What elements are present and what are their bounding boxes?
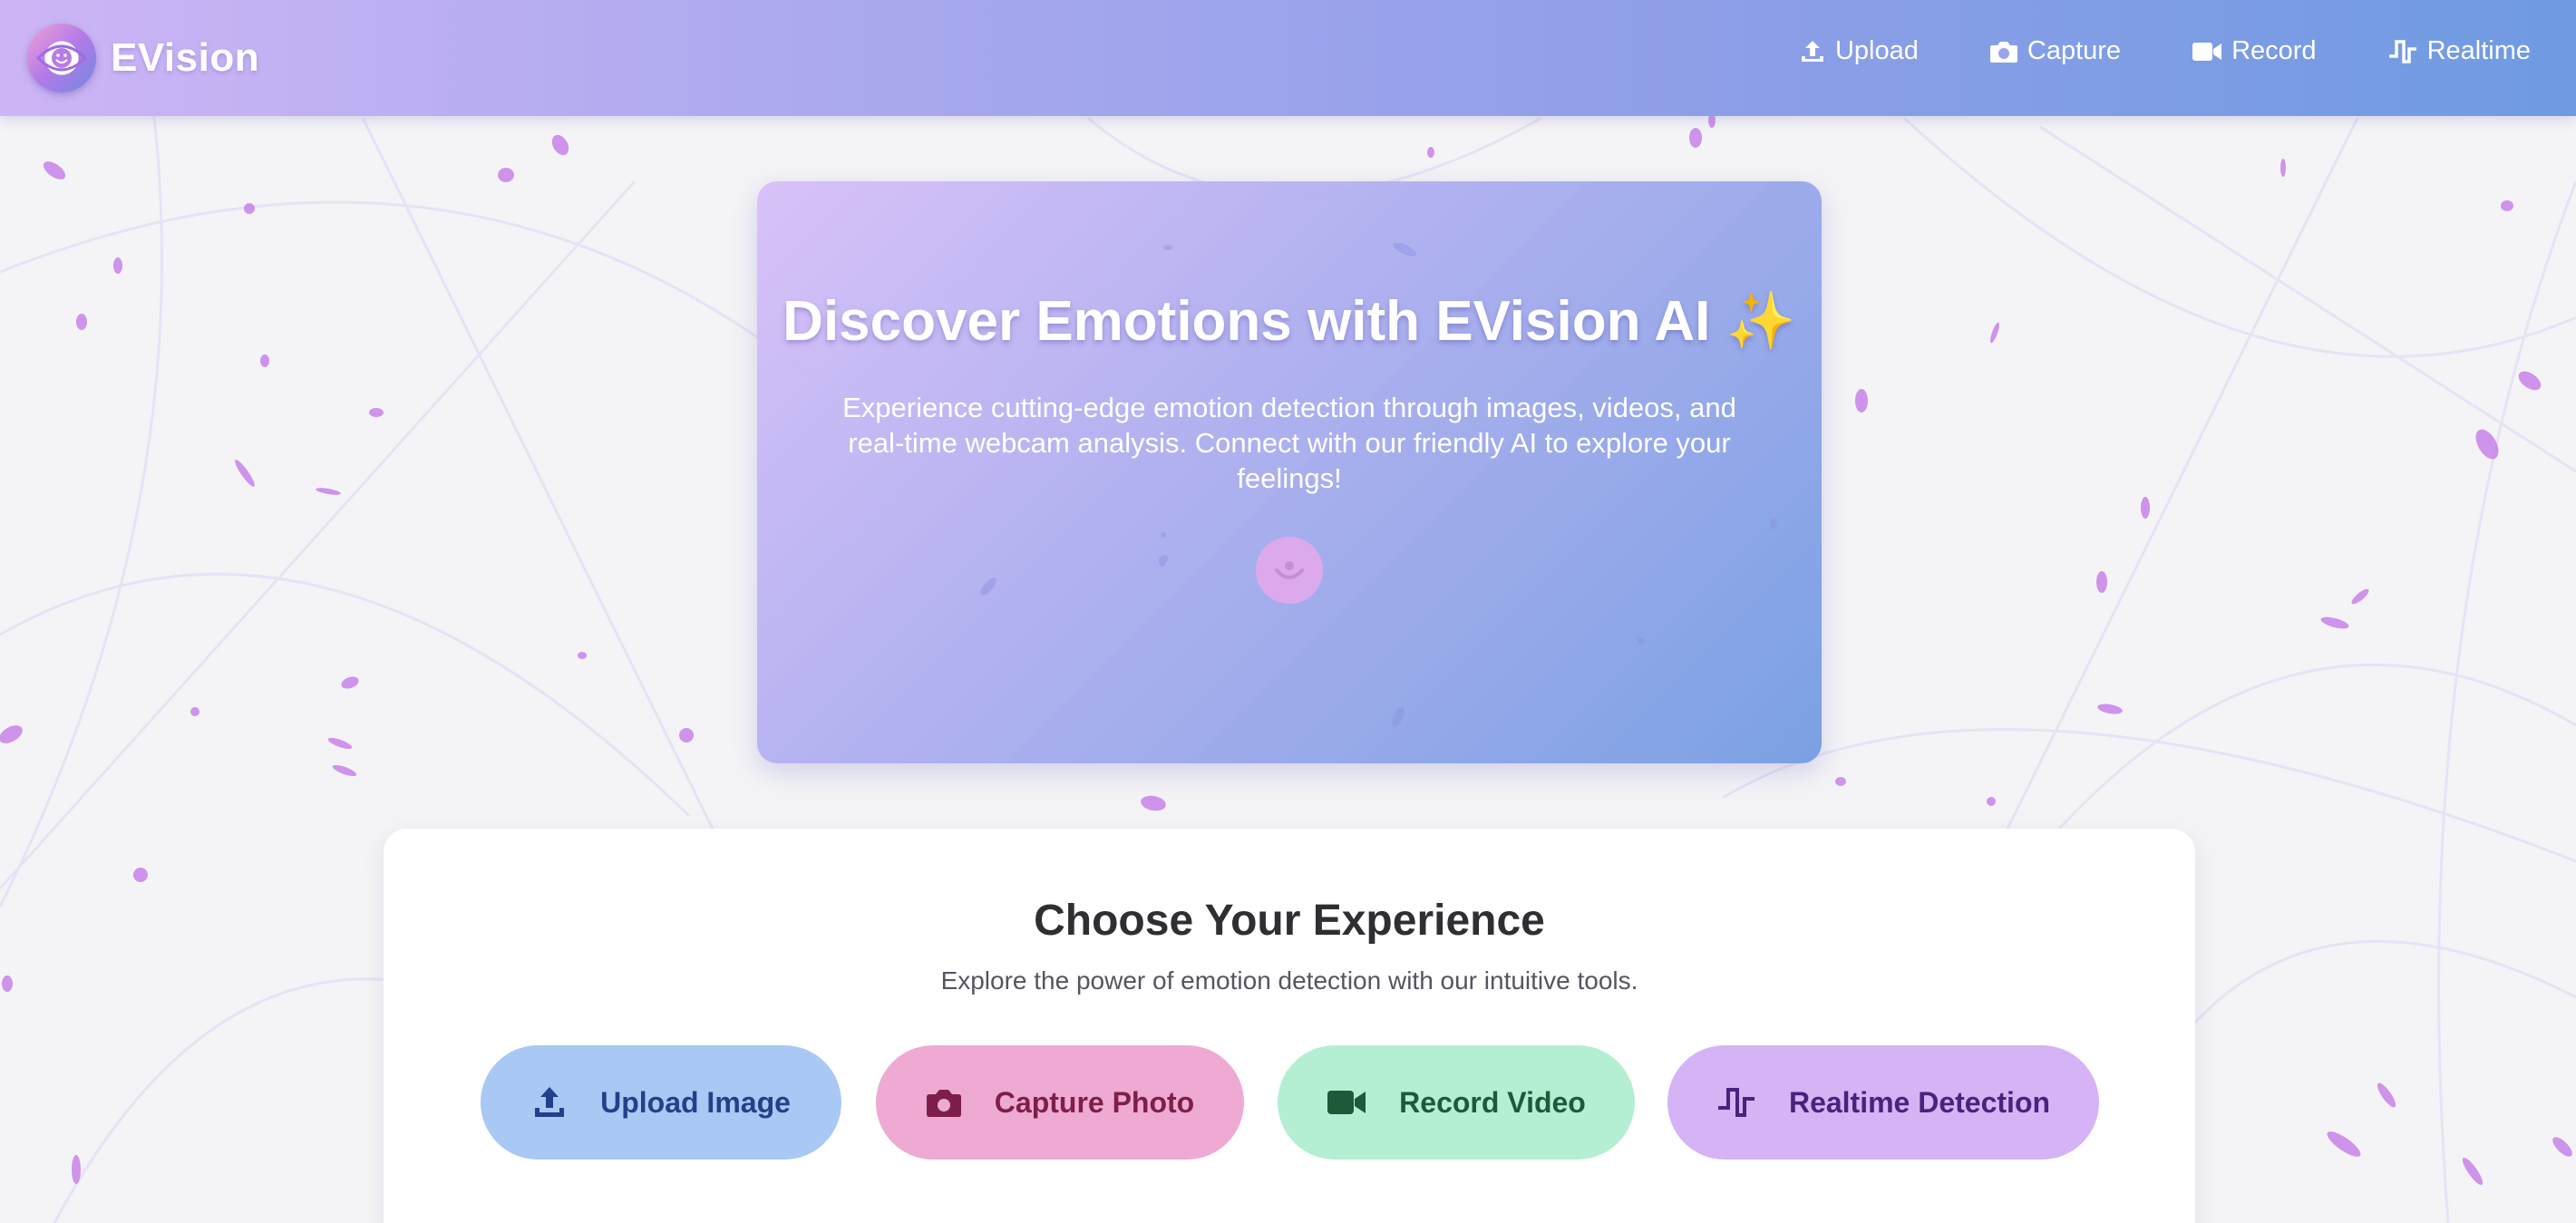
- nav-link-label: Capture: [2027, 36, 2122, 65]
- experience-card: Choose Your Experience Explore the power…: [384, 829, 2195, 1223]
- button-label: Upload Image: [600, 1085, 791, 1119]
- upload-icon: [1801, 40, 1823, 62]
- section-title: Choose Your Experience: [1034, 897, 1545, 945]
- video-camera-icon: [1327, 1091, 1366, 1114]
- video-camera-icon: [2192, 42, 2222, 61]
- hero-subtitle: Experience cutting-edge emotion detectio…: [842, 392, 1736, 494]
- nav-link-realtime[interactable]: Realtime: [2387, 36, 2531, 66]
- nav-link-upload[interactable]: Upload: [1799, 36, 1919, 66]
- signal-wave-icon: [1717, 1088, 1755, 1117]
- button-label: Realtime Detection: [1788, 1085, 2051, 1119]
- top-navbar: EVision Upload Capture Record Realtime: [0, 0, 2576, 116]
- nav-link-label: Realtime: [2426, 36, 2531, 65]
- smile-face-icon: [1256, 537, 1323, 604]
- nav-link-label: Upload: [1834, 36, 1919, 65]
- brand[interactable]: EVision: [27, 24, 259, 92]
- upload-image-button[interactable]: Upload Image: [481, 1045, 841, 1160]
- upload-icon: [535, 1087, 565, 1117]
- hero-banner: Discover Emotions with EVision AI ✨ Expe…: [757, 181, 1822, 763]
- capture-photo-button[interactable]: Capture Photo: [876, 1045, 1244, 1160]
- section-subtitle: Explore the power of emotion detection w…: [940, 966, 1638, 995]
- nav-link-label: Record: [2231, 36, 2317, 65]
- nav-links: Upload Capture Record Realtime: [1728, 36, 2531, 66]
- nav-link-record[interactable]: Record: [2192, 36, 2317, 66]
- button-label: Record Video: [1399, 1085, 1586, 1119]
- signal-wave-icon: [2388, 39, 2416, 63]
- record-video-button[interactable]: Record Video: [1278, 1045, 1635, 1160]
- brand-name: EVision: [111, 35, 260, 80]
- camera-icon: [926, 1090, 961, 1117]
- nav-link-capture[interactable]: Capture: [1989, 36, 2121, 66]
- realtime-detection-button[interactable]: Realtime Detection: [1667, 1045, 2099, 1160]
- hero-title: Discover Emotions with EVision AI ✨: [783, 290, 1796, 353]
- button-label: Capture Photo: [994, 1085, 1195, 1119]
- eye-smile-logo-icon: [27, 24, 96, 92]
- camera-icon: [1989, 41, 2017, 63]
